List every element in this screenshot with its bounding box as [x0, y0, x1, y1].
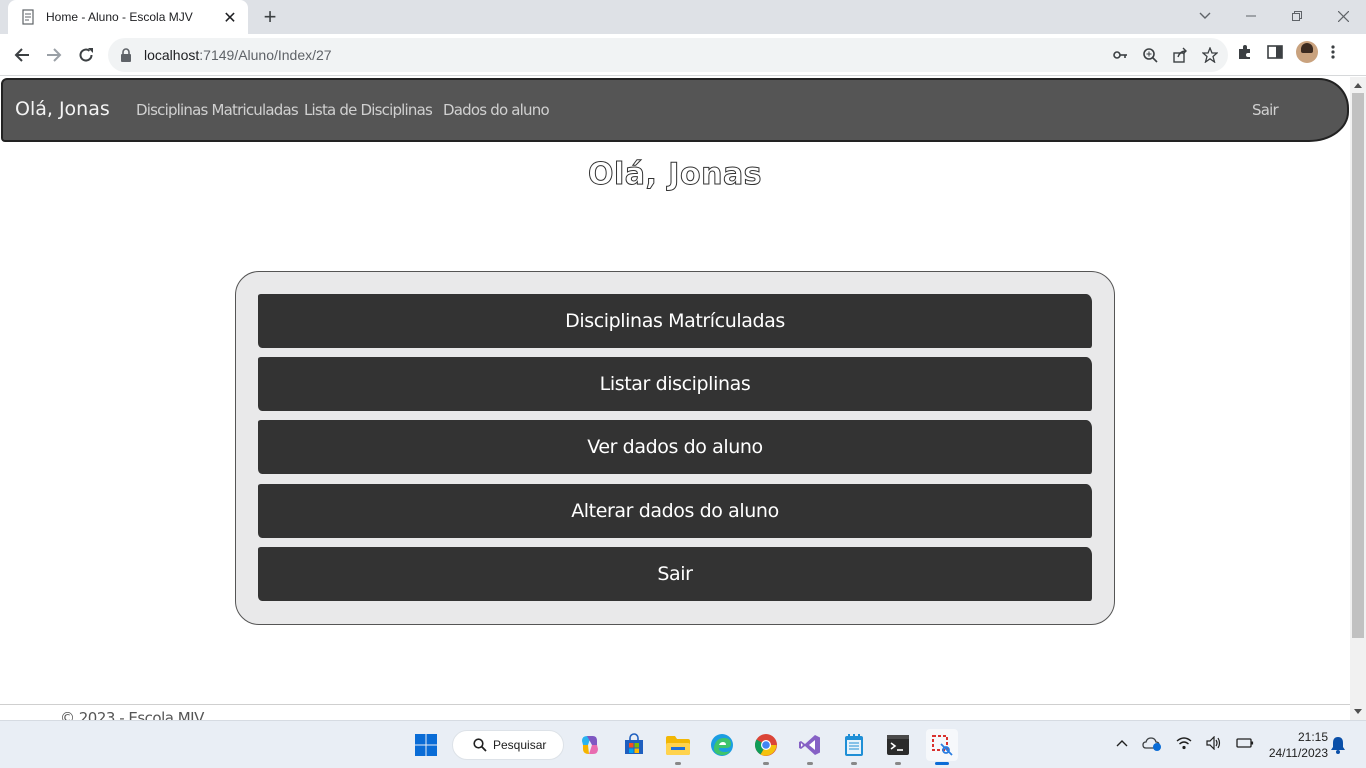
windows-taskbar: Pesquisar 21:15 24/11/2023: [0, 720, 1366, 768]
nav-link-lista-de-disciplinas[interactable]: Lista de Disciplinas: [304, 101, 433, 119]
url-text: localhost:7149/Aluno/Index/27: [144, 47, 332, 63]
ver-dados-aluno-button[interactable]: Ver dados do aluno: [258, 420, 1092, 474]
page-icon: [22, 9, 34, 25]
tab-search-chevron-icon[interactable]: [1182, 0, 1228, 32]
restore-icon[interactable]: [1274, 0, 1320, 32]
chevron-up-icon[interactable]: [1116, 739, 1128, 747]
action-panel: Disciplinas Matrículadas Listar discipli…: [235, 271, 1115, 625]
navbar-brand[interactable]: Olá, Jonas: [15, 98, 110, 120]
taskbar-clock[interactable]: 21:15 24/11/2023: [1254, 729, 1328, 761]
new-tab-button[interactable]: +: [256, 4, 284, 29]
running-indicator: [851, 762, 857, 765]
lock-icon[interactable]: [120, 48, 132, 62]
notification-bell-icon[interactable]: [1326, 729, 1350, 761]
listar-disciplinas-button[interactable]: Listar disciplinas: [258, 357, 1092, 411]
running-indicator: [895, 762, 901, 765]
disciplinas-matriculadas-button[interactable]: Disciplinas Matrículadas: [258, 294, 1092, 348]
browser-toolbar-actions: [1236, 41, 1336, 63]
file-explorer-icon[interactable]: [662, 729, 694, 765]
copilot-icon[interactable]: [574, 729, 606, 761]
running-indicator: [675, 762, 681, 765]
close-tab-icon[interactable]: ✕: [218, 5, 242, 29]
page-scrollbar[interactable]: [1350, 77, 1366, 720]
scroll-down-arrow-icon[interactable]: [1354, 709, 1362, 714]
search-label: Pesquisar: [493, 738, 547, 752]
address-bar-actions: [1112, 38, 1228, 72]
windows-start-icon[interactable]: [410, 729, 442, 761]
clock-time: 21:15: [1297, 730, 1328, 744]
reload-icon[interactable]: [70, 39, 102, 71]
notepad-icon[interactable]: [838, 729, 870, 765]
page-title: Olá, Jonas: [587, 157, 763, 193]
active-indicator: [935, 762, 949, 765]
scroll-up-arrow-icon[interactable]: [1354, 83, 1362, 88]
running-indicator: [763, 762, 769, 765]
browser-tab-strip: Home - Aluno - Escola MJV ✕ +: [0, 0, 1366, 34]
visual-studio-icon[interactable]: [794, 729, 826, 765]
battery-icon[interactable]: [1236, 737, 1254, 749]
site-navbar: Olá, Jonas Disciplinas Matriculadas List…: [1, 78, 1349, 142]
volume-icon[interactable]: [1206, 736, 1222, 750]
bookmark-star-icon[interactable]: [1202, 47, 1218, 63]
profile-avatar[interactable]: [1296, 41, 1318, 63]
running-indicator: [807, 762, 813, 765]
close-window-icon[interactable]: [1320, 0, 1366, 32]
address-bar[interactable]: localhost:7149/Aluno/Index/27: [108, 38, 1228, 72]
clock-date: 24/11/2023: [1268, 746, 1328, 760]
footer-copyright: © 2023 - Escola MJV: [60, 709, 204, 720]
terminal-icon[interactable]: [882, 729, 914, 765]
snipping-tool-icon[interactable]: [926, 729, 958, 765]
url-host: localhost: [144, 47, 200, 63]
footer-divider: [0, 704, 1350, 705]
onedrive-cloud-icon[interactable]: [1142, 735, 1162, 751]
taskbar-search[interactable]: Pesquisar: [452, 730, 564, 760]
url-path: :7149/Aluno/Index/27: [199, 47, 332, 63]
menu-dots-icon[interactable]: [1330, 43, 1336, 61]
chrome-browser-icon[interactable]: [750, 729, 782, 765]
browser-toolbar: localhost:7149/Aluno/Index/27: [0, 34, 1366, 76]
zoom-icon[interactable]: [1142, 47, 1158, 63]
key-icon[interactable]: [1112, 47, 1128, 63]
sair-button[interactable]: Sair: [258, 547, 1092, 601]
system-tray: [1116, 735, 1254, 751]
scrollbar-thumb[interactable]: [1352, 93, 1364, 638]
minimize-icon[interactable]: [1228, 0, 1274, 32]
forward-arrow-icon[interactable]: [38, 39, 70, 71]
alterar-dados-aluno-button[interactable]: Alterar dados do aluno: [258, 484, 1092, 538]
side-panel-icon[interactable]: [1266, 43, 1284, 61]
browser-tab[interactable]: Home - Aluno - Escola MJV ✕: [8, 0, 248, 34]
nav-link-dados-do-aluno[interactable]: Dados do aluno: [443, 101, 550, 119]
edge-browser-icon[interactable]: [706, 729, 738, 761]
wifi-icon[interactable]: [1176, 736, 1192, 750]
back-arrow-icon[interactable]: [6, 39, 38, 71]
share-icon[interactable]: [1172, 47, 1188, 63]
page-viewport: Olá, Jonas Disciplinas Matriculadas List…: [0, 77, 1350, 720]
nav-logout-link[interactable]: Sair: [1252, 101, 1279, 119]
search-icon: [473, 738, 487, 752]
tab-title: Home - Aluno - Escola MJV: [46, 10, 193, 24]
microsoft-store-icon[interactable]: [618, 729, 650, 761]
extensions-puzzle-icon[interactable]: [1236, 43, 1254, 61]
nav-link-disciplinas-matriculadas[interactable]: Disciplinas Matriculadas: [136, 101, 299, 119]
